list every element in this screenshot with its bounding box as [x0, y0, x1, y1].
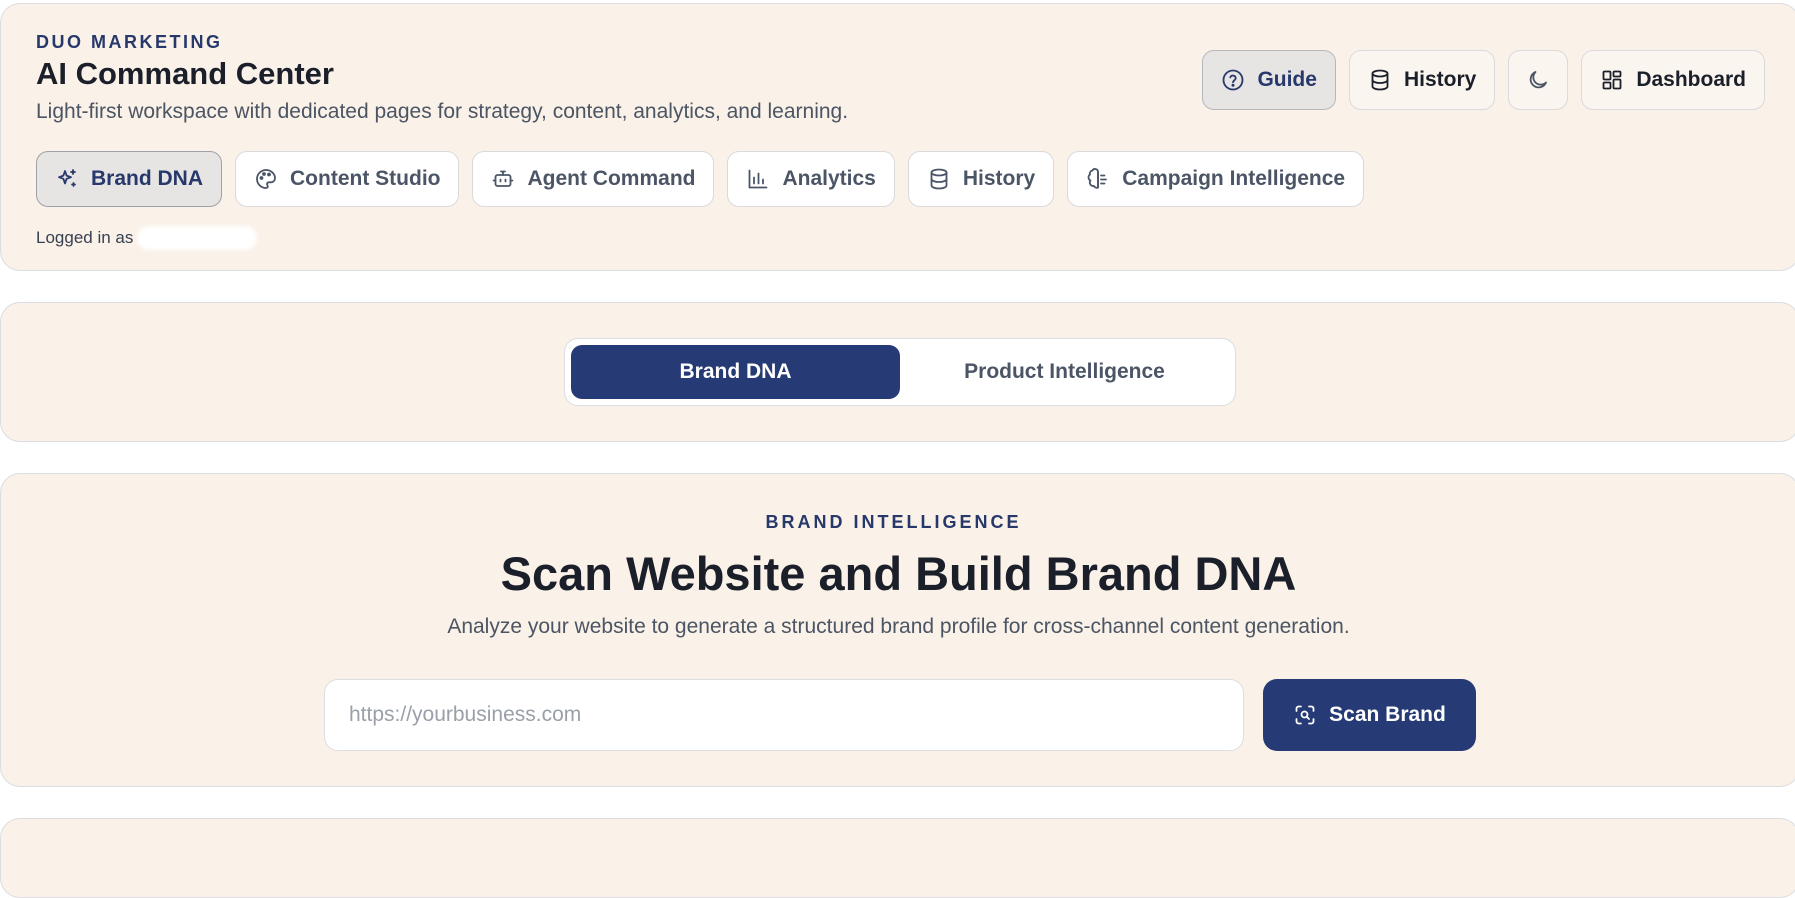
dashboard-button-label: Dashboard [1636, 68, 1746, 91]
nav-analytics-label: Analytics [782, 167, 876, 190]
mode-switch-card: Brand DNA Product Intelligence [0, 302, 1795, 442]
bar-chart-icon [746, 167, 770, 191]
logged-in-indicator: Logged in as [36, 226, 258, 250]
nav-agent-command[interactable]: Agent Command [472, 151, 715, 207]
website-url-input[interactable] [324, 679, 1244, 751]
palette-icon [254, 167, 278, 191]
moon-icon [1526, 68, 1550, 92]
next-section-card [0, 818, 1795, 898]
main-nav: Brand DNA Content Studio Agent Command A… [36, 151, 1365, 207]
page-title: AI Command Center [36, 56, 334, 91]
database-icon [927, 167, 951, 191]
nav-agent-command-label: Agent Command [527, 167, 696, 190]
guide-button-label: Guide [1257, 68, 1317, 91]
header-card: DUO MARKETING AI Command Center Light-fi… [0, 3, 1795, 271]
tab-brand-dna[interactable]: Brand DNA [571, 345, 900, 399]
sparkles-icon [55, 167, 79, 191]
scan-search-icon [1293, 703, 1317, 727]
brain-icon [1086, 167, 1110, 191]
scan-description: Analyze your website to generate a struc… [447, 615, 1350, 638]
grid-icon [1600, 68, 1624, 92]
nav-content-studio[interactable]: Content Studio [235, 151, 460, 207]
nav-analytics[interactable]: Analytics [727, 151, 895, 207]
nav-brand-dna-label: Brand DNA [91, 167, 204, 190]
dashboard-button[interactable]: Dashboard [1581, 50, 1765, 110]
nav-campaign-intelligence[interactable]: Campaign Intelligence [1067, 151, 1365, 207]
guide-button[interactable]: Guide [1202, 50, 1336, 110]
nav-campaign-intelligence-label: Campaign Intelligence [1122, 167, 1346, 190]
history-button[interactable]: History [1348, 50, 1496, 110]
logged-in-label: Logged in as [36, 228, 134, 247]
brand-scan-card: BRAND INTELLIGENCE Scan Website and Buil… [0, 473, 1795, 787]
nav-brand-dna[interactable]: Brand DNA [36, 151, 223, 207]
tab-product-intelligence[interactable]: Product Intelligence [900, 345, 1229, 399]
nav-history[interactable]: History [907, 151, 1055, 207]
history-button-label: History [1403, 68, 1477, 91]
help-circle-icon [1221, 68, 1245, 92]
theme-toggle-button[interactable] [1508, 50, 1569, 110]
nav-history-label: History [962, 167, 1036, 190]
scan-brand-button[interactable]: Scan Brand [1263, 679, 1476, 751]
scan-title: Scan Website and Build Brand DNA [500, 547, 1297, 600]
database-icon [1368, 68, 1392, 92]
scan-eyebrow: BRAND INTELLIGENCE [765, 512, 1022, 532]
brand-eyebrow: DUO MARKETING [36, 32, 223, 52]
page-subtitle: Light-first workspace with dedicated pag… [36, 100, 849, 123]
scan-brand-button-label: Scan Brand [1329, 703, 1446, 726]
bot-icon [491, 167, 515, 191]
header-actions: Guide History Dashboard [1202, 50, 1765, 110]
mode-segmented-control: Brand DNA Product Intelligence [564, 338, 1236, 406]
redacted-username [137, 226, 258, 250]
nav-content-studio-label: Content Studio [290, 167, 441, 190]
